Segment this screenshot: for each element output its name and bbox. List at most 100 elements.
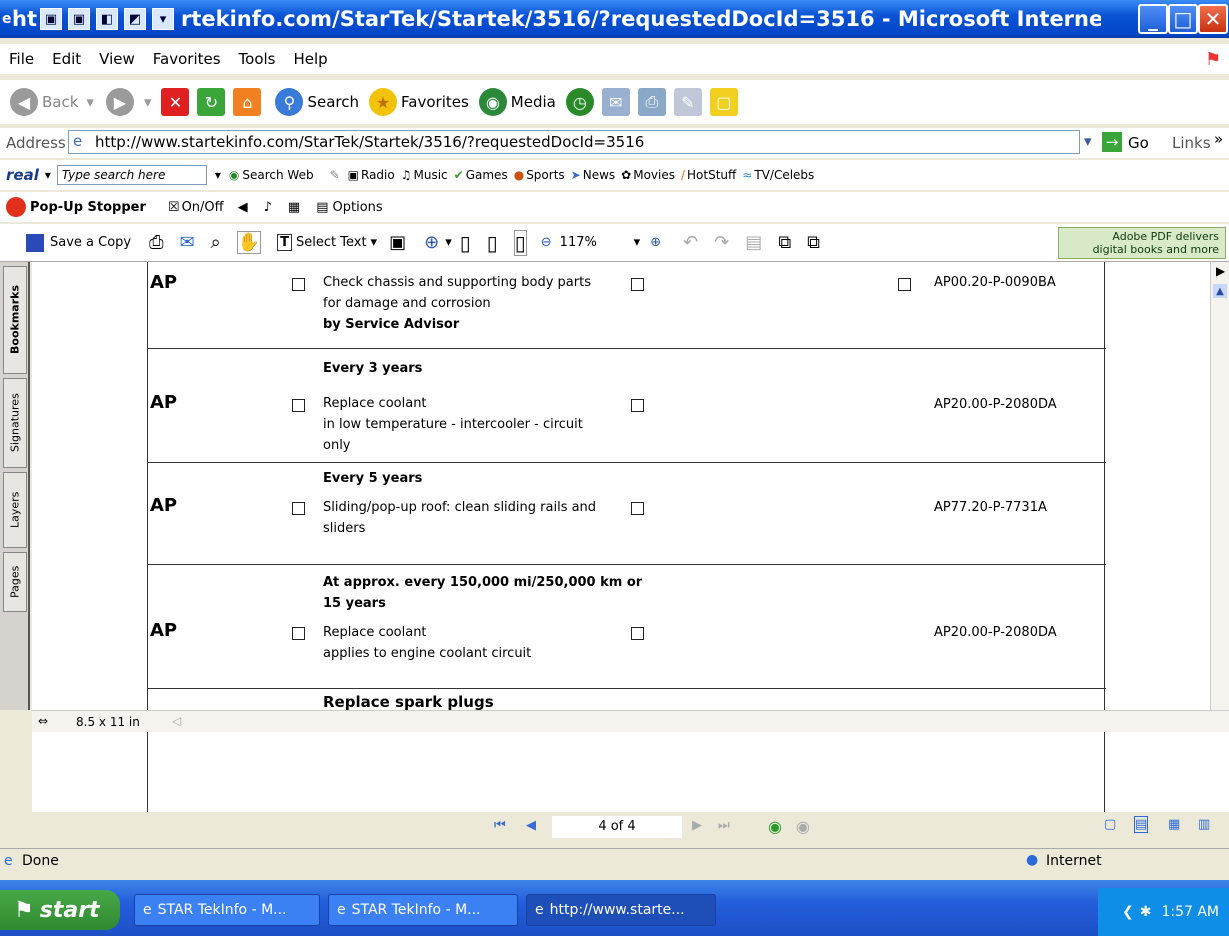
select-text-button[interactable]: Select Text [296,235,367,250]
search-button[interactable]: Search [307,93,359,111]
refresh-icon[interactable]: ↻ [197,88,226,116]
tab-layers[interactable]: Layers [3,472,27,548]
forward-dropdown-icon[interactable]: ▾ [144,93,152,111]
options-button[interactable]: Options [333,200,383,215]
taskbar-item-3-active[interactable]: e http://www.starte... [526,894,716,926]
menu-edit[interactable]: Edit [52,50,81,68]
tv-celebs-link[interactable]: TV/Celebs [754,168,814,182]
page-menu-arrow-icon[interactable]: ▶ [1216,264,1225,278]
checkbox[interactable] [631,502,644,515]
single-page-icon[interactable]: ▢ [1104,817,1116,832]
quicklaunch-icon-2[interactable]: ▣ [68,8,90,30]
music-note-icon[interactable]: ♪ [264,200,272,215]
find-icon[interactable]: ⌕ [211,232,221,253]
back-arrow-icon[interactable]: ◀ [10,88,38,116]
real-search-dropdown-icon[interactable]: ▾ [215,168,221,182]
fit-width-icon[interactable]: ▯ [513,229,527,256]
quicklaunch-dropdown-icon[interactable]: ▾ [152,8,174,30]
zoom-level-dropdown-icon[interactable]: ▾ [634,235,641,250]
document-view[interactable]: AP Check chassis and supporting body par… [32,262,1210,710]
links-button[interactable]: Links [1172,134,1211,152]
facing-icon[interactable]: ▦ [1168,817,1180,832]
zoom-out-icon[interactable]: ⊖ [541,235,552,250]
onoff-button[interactable]: On/Off [182,200,224,215]
tab-bookmarks[interactable]: Bookmarks [3,266,27,374]
quicklaunch-icon-4[interactable]: ◩ [124,8,146,30]
checkbox[interactable] [292,627,305,640]
address-input[interactable]: e http://www.startekinfo.com/StarTek/Sta… [68,130,1080,154]
email-pdf-icon[interactable]: ✉ [180,232,195,253]
checkbox[interactable] [292,502,305,515]
media-icon[interactable]: ◉ [478,88,507,116]
checkbox[interactable] [631,278,644,291]
scroll-up-icon[interactable]: ▲ [1213,284,1227,298]
go-arrow-icon[interactable]: → [1102,132,1122,152]
highlight-icon[interactable]: ✎ [330,168,340,182]
fit-page-icon[interactable]: ▯ [487,231,498,255]
real-search-input[interactable]: Type search here [56,165,207,185]
search-web-icon[interactable]: ◉ [229,168,239,182]
next-page-icon[interactable]: ▶ [692,818,702,833]
clipboard-icon[interactable]: ▤ [745,232,762,253]
snapshot-icon[interactable]: ▣ [389,232,406,253]
search-icon[interactable]: ⚲ [275,88,304,116]
scroll-left-icon[interactable]: ◁ [172,714,181,728]
prev-page-icon[interactable]: ◀ [526,818,536,833]
zoom-in-icon[interactable]: ⊕ [650,235,661,250]
hotstuff-link[interactable]: HotStuff [687,168,736,182]
news-icon[interactable]: ➤ [571,168,581,182]
games-link[interactable]: Games [466,168,508,182]
zoom-dropdown-icon[interactable]: ▾ [445,235,452,250]
settings-icon[interactable]: ▦ [288,200,300,215]
tray-expand-icon[interactable]: ❮ [1122,904,1134,920]
checkbox[interactable] [631,627,644,640]
close-button[interactable]: ✕ [1198,4,1228,34]
print-icon[interactable]: ⎙ [637,88,666,116]
start-button[interactable]: ⚑ start [0,890,120,930]
zoom-in-tool-icon[interactable]: ⊕ [424,232,439,253]
home-icon[interactable]: ⌂ [233,88,262,116]
maximize-button[interactable]: □ [1168,4,1198,34]
minimize-button[interactable]: _ [1138,4,1168,34]
menu-help[interactable]: Help [294,50,328,68]
hotstuff-icon[interactable]: / [681,168,685,182]
sound-icon[interactable]: ◀ [238,200,248,215]
music-link[interactable]: Music [414,168,448,182]
network-icon[interactable]: ✱ [1140,904,1152,920]
menu-view[interactable]: View [99,50,135,68]
sports-link[interactable]: Sports [526,168,564,182]
menu-tools[interactable]: Tools [239,50,276,68]
stop-icon[interactable]: ✕ [161,88,190,116]
actual-size-icon[interactable]: ▯ [460,231,471,255]
favorites-button[interactable]: Favorites [401,93,469,111]
page-number-field[interactable]: 4 of 4 [552,816,682,838]
last-page-icon[interactable]: ⏭ [718,818,730,833]
tab-pages[interactable]: Pages [3,552,27,612]
checkbox[interactable] [898,278,911,291]
mail-icon[interactable]: ✉ [601,88,630,116]
forward-arrow-icon[interactable]: ▶ [105,88,134,116]
zoom-level-input[interactable]: 117% [558,235,634,250]
select-text-icon[interactable]: T [277,234,293,251]
favorites-star-icon[interactable]: ★ [369,88,398,116]
music-icon[interactable]: ♫ [401,168,412,182]
menu-favorites[interactable]: Favorites [153,50,221,68]
sports-icon[interactable]: ● [514,168,524,182]
pages-icon[interactable]: ⧉ [778,232,791,253]
radio-link[interactable]: Radio [361,168,395,182]
games-icon[interactable]: ✔ [454,168,464,182]
search-web-button[interactable]: Search Web [242,168,313,182]
tv-celebs-icon[interactable]: ≈ [742,168,752,182]
menu-file[interactable]: File [9,50,34,68]
hand-tool-icon[interactable]: ✋ [236,231,262,254]
export-icon[interactable]: ⧉ [807,232,820,253]
taskbar-item-1[interactable]: e STAR TekInfo - M... [134,894,320,926]
rotate-right-icon[interactable]: ↷ [714,232,729,253]
media-button[interactable]: Media [511,93,556,111]
go-forward-icon[interactable]: ◉ [796,817,810,836]
vertical-scrollbar[interactable]: ▶ ▲ [1210,262,1229,710]
save-copy-icon[interactable] [26,233,44,252]
options-icon[interactable]: ▤ [316,200,328,215]
real-dropdown-icon[interactable]: ▾ [45,168,51,182]
continuous-facing-icon[interactable]: ▥ [1198,817,1210,832]
